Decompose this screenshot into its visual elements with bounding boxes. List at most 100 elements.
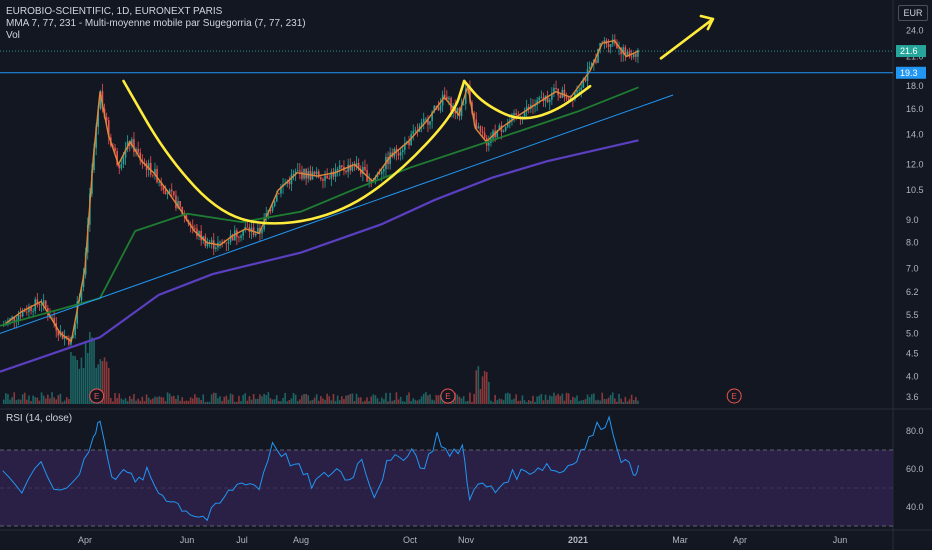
volume-bar — [561, 393, 564, 404]
volume-bar — [179, 400, 181, 404]
volume-bar — [364, 400, 366, 404]
volume-bar — [185, 400, 188, 404]
volume-bar — [343, 399, 345, 404]
volume-bar — [271, 399, 274, 404]
price-tick-label: 7.0 — [906, 263, 919, 273]
rsi-tick-label: 80.0 — [906, 426, 924, 436]
price-tick-label: 10.5 — [906, 185, 924, 195]
volume-bar — [626, 401, 629, 404]
volume-bar — [477, 366, 480, 404]
volume-bar — [288, 400, 291, 404]
volume-bar — [189, 397, 192, 404]
volume-bar — [290, 398, 293, 404]
volume-bar — [551, 396, 553, 404]
rsi-legend[interactable]: RSI (14, close) — [6, 413, 72, 425]
volume-bar — [632, 400, 635, 404]
candle-body — [515, 113, 517, 115]
volume-bar — [152, 398, 154, 404]
volume-bar — [416, 400, 419, 404]
volume-bar — [519, 400, 522, 404]
volume-bar — [488, 381, 490, 404]
volume-bar — [532, 395, 534, 404]
volume-bar — [620, 398, 622, 404]
volume-bar — [593, 393, 595, 404]
candle-body — [422, 119, 425, 123]
volume-bar — [515, 394, 517, 404]
volume-bar — [607, 397, 610, 404]
volume-bar — [544, 394, 547, 404]
volume-bar — [80, 357, 83, 404]
candle-body — [578, 89, 580, 91]
candle-body — [347, 164, 349, 173]
candle-body — [164, 190, 167, 195]
currency-badge[interactable]: EUR — [898, 5, 928, 21]
volume-bar — [44, 398, 47, 404]
candle-body — [273, 201, 276, 207]
volume-bar — [483, 370, 486, 404]
volume-bar — [59, 393, 62, 404]
candle-body — [219, 241, 221, 243]
chart-canvas[interactable]: 3.6 4.0 4.5 5.0 5.5 6.2 7.0 8.0 9.0 10.5 12.0 14.0 1… — [0, 0, 932, 550]
volume-legend[interactable]: Vol — [6, 30, 20, 42]
volume-bar — [47, 394, 49, 404]
volume-bar — [198, 397, 200, 404]
volume-bar — [254, 398, 257, 404]
volume-bar — [128, 396, 131, 404]
candle-body — [429, 121, 431, 125]
volume-bar — [435, 395, 438, 404]
volume-bar — [334, 401, 337, 404]
volume-bar — [506, 392, 509, 404]
volume-bar — [74, 356, 76, 404]
earnings-marker-label: E — [445, 392, 450, 401]
candle-body — [414, 130, 417, 132]
volume-bar — [23, 392, 26, 404]
volume-bar — [40, 392, 43, 404]
volume-bar — [611, 392, 614, 404]
volume-bar — [107, 367, 110, 404]
volume-bar — [42, 395, 45, 404]
volume-bar — [616, 401, 618, 404]
volume-bar — [362, 401, 364, 404]
volume-bar — [219, 396, 221, 404]
volume-bar — [149, 399, 152, 404]
volume-bar — [345, 395, 347, 404]
volume-bar — [181, 397, 184, 404]
candle-body — [437, 107, 440, 111]
time-tick-label: Oct — [403, 535, 418, 545]
volume-bar — [309, 400, 312, 404]
price-tick-label: 4.0 — [906, 371, 919, 381]
indicator-legend[interactable]: MMA 7, 77, 231 - Multi-moyenne mobile pa… — [6, 18, 306, 30]
candle-body — [166, 193, 169, 195]
candle-body — [271, 206, 274, 212]
volume-bar — [160, 397, 163, 404]
volume-bar — [404, 401, 406, 404]
price-tick-label: 8.0 — [906, 238, 919, 248]
time-tick-label: Jun — [833, 535, 848, 545]
volume-bar — [603, 398, 606, 404]
time-tick-label: 2021 — [568, 535, 588, 545]
candle-body — [246, 226, 249, 228]
price-tick-label: 9.0 — [906, 215, 919, 225]
volume-bar — [286, 401, 289, 404]
volume-bar — [635, 396, 637, 404]
volume-bar — [34, 397, 37, 404]
volume-bar — [313, 397, 316, 404]
volume-bar — [246, 400, 249, 404]
volume-bar — [225, 395, 228, 404]
volume-bar — [204, 401, 207, 404]
price-tick-label: 3.6 — [906, 392, 919, 402]
candle-body — [301, 171, 303, 179]
volume-bar — [236, 401, 238, 404]
volume-bar — [521, 395, 524, 404]
volume-bar — [120, 398, 123, 404]
candle-body — [567, 98, 570, 101]
volume-bar — [588, 397, 591, 404]
candle-body — [170, 189, 173, 192]
volume-bar — [605, 399, 608, 404]
candle-body — [351, 166, 354, 171]
volume-bar — [317, 400, 320, 404]
earnings-marker-label: E — [732, 392, 737, 401]
volume-bar — [322, 398, 324, 404]
volume-bar — [118, 393, 121, 404]
volume-bar — [208, 401, 211, 404]
